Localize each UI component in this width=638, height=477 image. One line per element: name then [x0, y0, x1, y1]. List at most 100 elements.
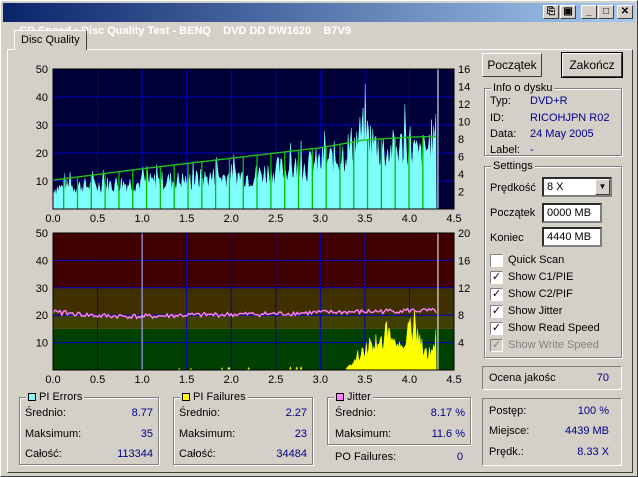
stop-button[interactable]: Zakończ [561, 52, 623, 78]
chevron-down-icon[interactable]: ▼ [595, 179, 610, 195]
minimize-button[interactable]: _ [581, 5, 597, 19]
main-window: CD Speed : Disc Quality Test - BENQ DVD … [0, 0, 638, 477]
pie-max-value: 35 [140, 428, 153, 440]
checkbox-label-show-jitter: Show Jitter [508, 305, 563, 317]
y-right-tick-label: 6 [458, 152, 464, 164]
checkbox-label-show-c2-pif: Show C2/PIF [508, 288, 573, 300]
y-right-tick-label: 16 [458, 255, 470, 267]
date-value: 24 May 2005 [530, 128, 594, 140]
pif-stats-group: PI Failures Średnio: 2.27 Maksimum: 23 C… [173, 391, 313, 465]
x-tick-label: 2.5 [268, 213, 283, 223]
y-left-tick-label: 40 [36, 92, 48, 104]
id-value: RICOHJPN R02 [530, 112, 610, 124]
x-tick-label: 1.0 [134, 374, 149, 384]
checkbox-quick-scan[interactable] [490, 254, 503, 267]
info-group-title: Info o dysku [491, 82, 555, 94]
pie-avg-value: 8.77 [131, 407, 153, 419]
close-button[interactable]: ✕ [617, 5, 633, 19]
current-speed-value: 8.33 X [577, 446, 609, 458]
x-tick-label: 4.0 [402, 374, 417, 384]
pie-avg-label: Średnio: [25, 407, 66, 419]
start-input[interactable]: 0000 MB [542, 203, 602, 223]
jitter-swatch [336, 393, 344, 401]
pie-swatch [28, 393, 36, 401]
y-left-tick-label: 10 [36, 338, 48, 350]
x-tick-label: 0.5 [90, 374, 105, 384]
location-label: Miejsce: [489, 425, 530, 437]
x-tick-label: 1.0 [134, 213, 149, 223]
y-right-tick-label: 10 [458, 117, 470, 129]
title-bar: CD Speed : Disc Quality Test - BENQ DVD … [3, 3, 635, 37]
pif-avg-value: 2.27 [285, 407, 307, 419]
score-value: 70 [596, 372, 609, 384]
pif-total-label: Całość: [179, 448, 216, 460]
progress-value: 100 % [577, 405, 609, 417]
settings-group: Settings Prędkość 8 X ▼ Początek 0000 MB… [484, 160, 622, 358]
checkbox-show-c1-pie[interactable]: ✓ [490, 271, 503, 284]
y-right-tick-label: 16 [458, 64, 470, 76]
x-tick-label: 2.0 [224, 213, 239, 223]
end-label: Koniec [490, 232, 524, 244]
y-left-tick-label: 30 [36, 120, 48, 132]
x-tick-label: 4.5 [446, 374, 461, 384]
label-label: Label: [490, 144, 520, 156]
pif-total-value: 34484 [276, 448, 307, 460]
settings-group-title: Settings [491, 160, 535, 172]
pie-max-label: Maksimum: [25, 428, 82, 440]
tab-disc-quality[interactable]: Disc Quality [14, 30, 87, 50]
y-left-tick-label: 20 [36, 148, 48, 160]
x-tick-label: 3.5 [357, 374, 372, 384]
y-right-tick-label: 20 [458, 228, 470, 240]
progress-label: Postęp: [489, 405, 527, 417]
checkbox-label-show-c1-pie: Show C1/PIE [508, 271, 574, 283]
jitter-max-label: Maksimum: [335, 428, 392, 440]
checkbox-label-quick-scan: Quick Scan [508, 254, 565, 266]
po-failures-label: PO Failures: [335, 451, 397, 463]
y-left-tick-label: 50 [36, 228, 48, 240]
pie-total-label: Całość: [25, 448, 62, 460]
y-right-tick-label: 8 [458, 134, 464, 146]
checkbox-show-jitter[interactable]: ✓ [490, 305, 503, 318]
pie-stats-title: PI Errors [39, 391, 83, 403]
y-left-tick-label: 50 [36, 64, 48, 76]
y-right-tick-label: 2 [458, 187, 464, 199]
maximize-button[interactable]: □ [598, 5, 614, 19]
start-button[interactable]: Początek [482, 53, 542, 77]
type-label: Typ: [490, 95, 511, 107]
checkbox-show-read-speed[interactable]: ✓ [490, 322, 503, 335]
jitter-max-value: 11.6 % [431, 428, 465, 440]
x-tick-label: 3.0 [313, 213, 328, 223]
pif-chart: 10 20 30 40 50 4 8 12 16 20 0.0 0.5 1.0 1.5 2.0 2.5 3.0 3… [36, 228, 471, 384]
y-left-tick-label: 10 [36, 176, 48, 188]
y-right-tick-label: 4 [458, 338, 464, 350]
end-input[interactable]: 4440 MB [542, 227, 602, 247]
pie-chart: 10 20 30 40 50 2 4 6 8 10 12 14 16 0.0 0.5 1.0 1.5 2.0 2.5… [36, 64, 471, 223]
pif-stats-title: PI Failures [193, 391, 246, 403]
checkbox-label-show-read-speed: Show Read Speed [508, 322, 600, 334]
pie-total-value: 113344 [117, 448, 153, 460]
pif-max-label: Maksimum: [179, 428, 236, 440]
checkbox-label-show-write-speed: Show Write Speed [508, 339, 599, 351]
score-label: Ocena jakośc [489, 372, 556, 384]
save-icon[interactable]: ▣ [560, 5, 576, 19]
id-label: ID: [490, 112, 505, 124]
y-right-tick-label: 4 [458, 169, 464, 181]
current-speed-label: Prędk.: [489, 446, 524, 458]
jitter-avg-label: Średnio: [335, 407, 376, 419]
checkbox-show-write-speed[interactable]: ✓ [490, 339, 503, 352]
date-label: Data: [490, 128, 517, 140]
pie-stats-group: PI Errors Średnio: 8.77 Maksimum: 35 Cał… [19, 391, 159, 465]
y-right-tick-label: 12 [458, 99, 470, 111]
copy-icon[interactable]: ⎘ [543, 5, 559, 19]
pif-avg-label: Średnio: [179, 407, 220, 419]
score-box: Ocena jakośc 70 [482, 366, 622, 390]
speed-select[interactable]: 8 X ▼ [542, 177, 612, 197]
start-label: Początek [490, 207, 536, 219]
x-tick-label: 1.5 [179, 213, 194, 223]
info-group: Info o dysku Typ: DVD+R ID: RICOHJPN R02… [484, 82, 622, 156]
x-tick-label: 0.0 [45, 374, 60, 384]
y-left-tick-label: 20 [36, 310, 48, 322]
y-right-tick-label: 12 [458, 283, 470, 295]
label-value: - [530, 144, 534, 156]
checkbox-show-c2-pif[interactable]: ✓ [490, 288, 503, 301]
